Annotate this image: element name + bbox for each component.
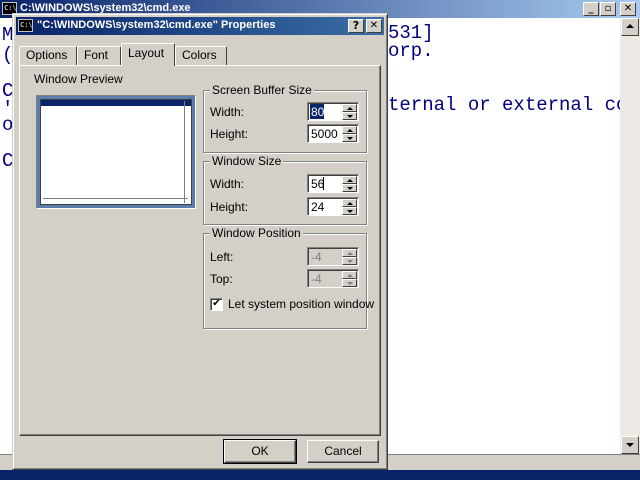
- buffer-height-input[interactable]: [310, 126, 344, 141]
- dialog-title: "C:\WINDOWS\system32\cmd.exe" Properties: [37, 19, 276, 31]
- buffer-height-spinner[interactable]: [307, 124, 359, 143]
- window-height-spinner[interactable]: [307, 197, 359, 216]
- arrow-down-icon: [347, 260, 353, 263]
- scroll-down-button[interactable]: [621, 436, 639, 454]
- position-top-down-button: [342, 279, 357, 287]
- arrow-up-icon: [347, 202, 353, 205]
- window-width-down-button[interactable]: [342, 184, 357, 192]
- window-preview: [36, 95, 196, 209]
- preview-titlebar: [41, 100, 191, 106]
- window-size-label: Window Size: [210, 154, 284, 168]
- position-top-input: [310, 271, 344, 286]
- position-left-input: [310, 249, 344, 264]
- tab-layout[interactable]: Layout: [121, 43, 175, 66]
- console-line: ternal or external co: [388, 94, 620, 116]
- screen-buffer-size-group: Screen Buffer Size Width: Height:: [203, 83, 367, 153]
- window-width-up-button[interactable]: [342, 176, 357, 184]
- minimize-button[interactable]: _: [583, 2, 599, 16]
- maximize-button[interactable]: ▫: [600, 2, 616, 16]
- screen-buffer-size-label: Screen Buffer Size: [210, 83, 314, 97]
- arrow-up-icon: [347, 179, 353, 182]
- position-top-label: Top:: [210, 272, 233, 286]
- position-left-spinner: [307, 247, 359, 266]
- tab-options[interactable]: Options: [19, 46, 77, 65]
- window-height-up-button[interactable]: [342, 199, 357, 207]
- close-button[interactable]: ✕: [620, 2, 636, 16]
- layout-tab-panel: Window Preview Screen Buffer Size Width:…: [19, 65, 381, 436]
- arrow-up-icon: [347, 129, 353, 132]
- tab-colors[interactable]: Colors: [175, 46, 227, 65]
- cancel-button[interactable]: Cancel: [307, 440, 379, 463]
- scroll-up-button[interactable]: [621, 18, 639, 36]
- help-button[interactable]: ?: [348, 19, 364, 33]
- properties-dialog: C:\ "C:\WINDOWS\system32\cmd.exe" Proper…: [12, 13, 388, 470]
- window-height-input[interactable]: [310, 199, 344, 214]
- system-position-label[interactable]: Let system position window: [228, 297, 374, 311]
- buffer-width-label: Width:: [210, 105, 245, 119]
- arrow-up-icon: [347, 252, 353, 255]
- arrow-down-icon: [347, 282, 353, 285]
- position-top-spinner: [307, 269, 359, 288]
- window-width-spinner[interactable]: [307, 174, 359, 193]
- dialog-close-button[interactable]: ✕: [366, 19, 382, 33]
- window-height-down-button[interactable]: [342, 207, 357, 215]
- tab-font[interactable]: Font: [77, 46, 121, 65]
- position-left-label: Left:: [210, 250, 234, 264]
- preview-scrollbar: [184, 101, 189, 203]
- preview-hscrollbar: [43, 198, 188, 202]
- arrow-up-icon: [626, 24, 634, 28]
- dialog-titlebar[interactable]: C:\ "C:\WINDOWS\system32\cmd.exe" Proper…: [16, 17, 384, 35]
- text-cursor: [323, 177, 324, 190]
- window-width-label: Width:: [210, 177, 245, 191]
- buffer-height-label: Height:: [210, 127, 249, 141]
- system-position-checkbox[interactable]: ✔: [210, 298, 223, 311]
- arrow-down-icon: [347, 115, 353, 118]
- position-left-up-button: [342, 249, 357, 257]
- arrow-down-icon: [347, 210, 353, 213]
- buffer-width-input[interactable]: [310, 104, 324, 119]
- buffer-height-down-button[interactable]: [342, 134, 357, 142]
- position-top-up-button: [342, 271, 357, 279]
- console-line: orp.: [388, 40, 434, 62]
- arrow-down-icon: [347, 187, 353, 190]
- vertical-scrollbar[interactable]: [620, 18, 640, 454]
- buffer-width-spinner[interactable]: [307, 102, 359, 121]
- window-preview-image: [40, 99, 192, 205]
- cmd-icon: C:\: [18, 19, 33, 32]
- window-position-label: Window Position: [210, 226, 303, 240]
- window-height-label: Height:: [210, 200, 249, 214]
- position-left-down-button: [342, 257, 357, 265]
- buffer-width-up-button[interactable]: [342, 104, 357, 112]
- arrow-down-icon: [626, 443, 634, 447]
- window-preview-label: Window Preview: [34, 72, 123, 86]
- window-width-input[interactable]: [310, 176, 344, 191]
- window-size-group: Window Size Width: Height:: [203, 154, 367, 225]
- ok-button[interactable]: OK: [223, 439, 297, 464]
- window-position-group: Window Position Left: Top: ✔ Let system …: [203, 226, 374, 329]
- arrow-up-icon: [347, 107, 353, 110]
- buffer-width-down-button[interactable]: [342, 112, 357, 120]
- buffer-height-up-button[interactable]: [342, 126, 357, 134]
- arrow-down-icon: [347, 137, 353, 140]
- taskbar-strip: [0, 470, 640, 480]
- arrow-up-icon: [347, 274, 353, 277]
